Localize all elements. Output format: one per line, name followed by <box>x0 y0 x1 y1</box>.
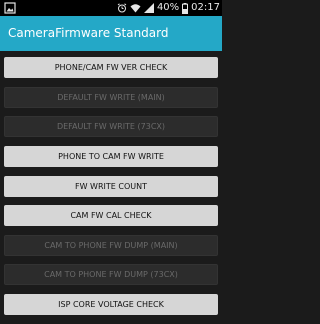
wifi-icon <box>130 3 141 13</box>
cam-to-phone-fw-dump-73cx-button: CAM TO PHONE FW DUMP (73CX) <box>4 264 218 285</box>
image-notification-icon <box>4 2 16 14</box>
cam-to-phone-fw-dump-main-button: CAM TO PHONE FW DUMP (MAIN) <box>4 235 218 256</box>
status-bar: 40% 02:17 <box>0 0 222 16</box>
status-icons: 40% 02:17 <box>117 0 220 16</box>
clock: 02:17 <box>191 2 220 13</box>
isp-core-voltage-check-button[interactable]: ISP CORE VOLTAGE CHECK <box>4 294 218 315</box>
signal-icon <box>143 3 154 13</box>
default-fw-write-main-button: DEFAULT FW WRITE (MAIN) <box>4 87 218 108</box>
default-fw-write-73cx-button: DEFAULT FW WRITE (73CX) <box>4 116 218 137</box>
battery-level: 40% <box>156 2 180 13</box>
app-bar: CameraFirmware Standard <box>0 16 222 51</box>
alarm-icon <box>117 3 127 13</box>
phone-to-cam-fw-write-button[interactable]: PHONE TO CAM FW WRITE <box>4 146 218 167</box>
app-title: CameraFirmware Standard <box>8 26 169 40</box>
phone-cam-fw-ver-check-button[interactable]: PHONE/CAM FW VER CHECK <box>4 57 218 78</box>
battery-icon <box>182 2 189 14</box>
fw-write-count-button[interactable]: FW WRITE COUNT <box>4 176 218 197</box>
cam-fw-cal-check-button[interactable]: CAM FW CAL CHECK <box>4 205 218 226</box>
